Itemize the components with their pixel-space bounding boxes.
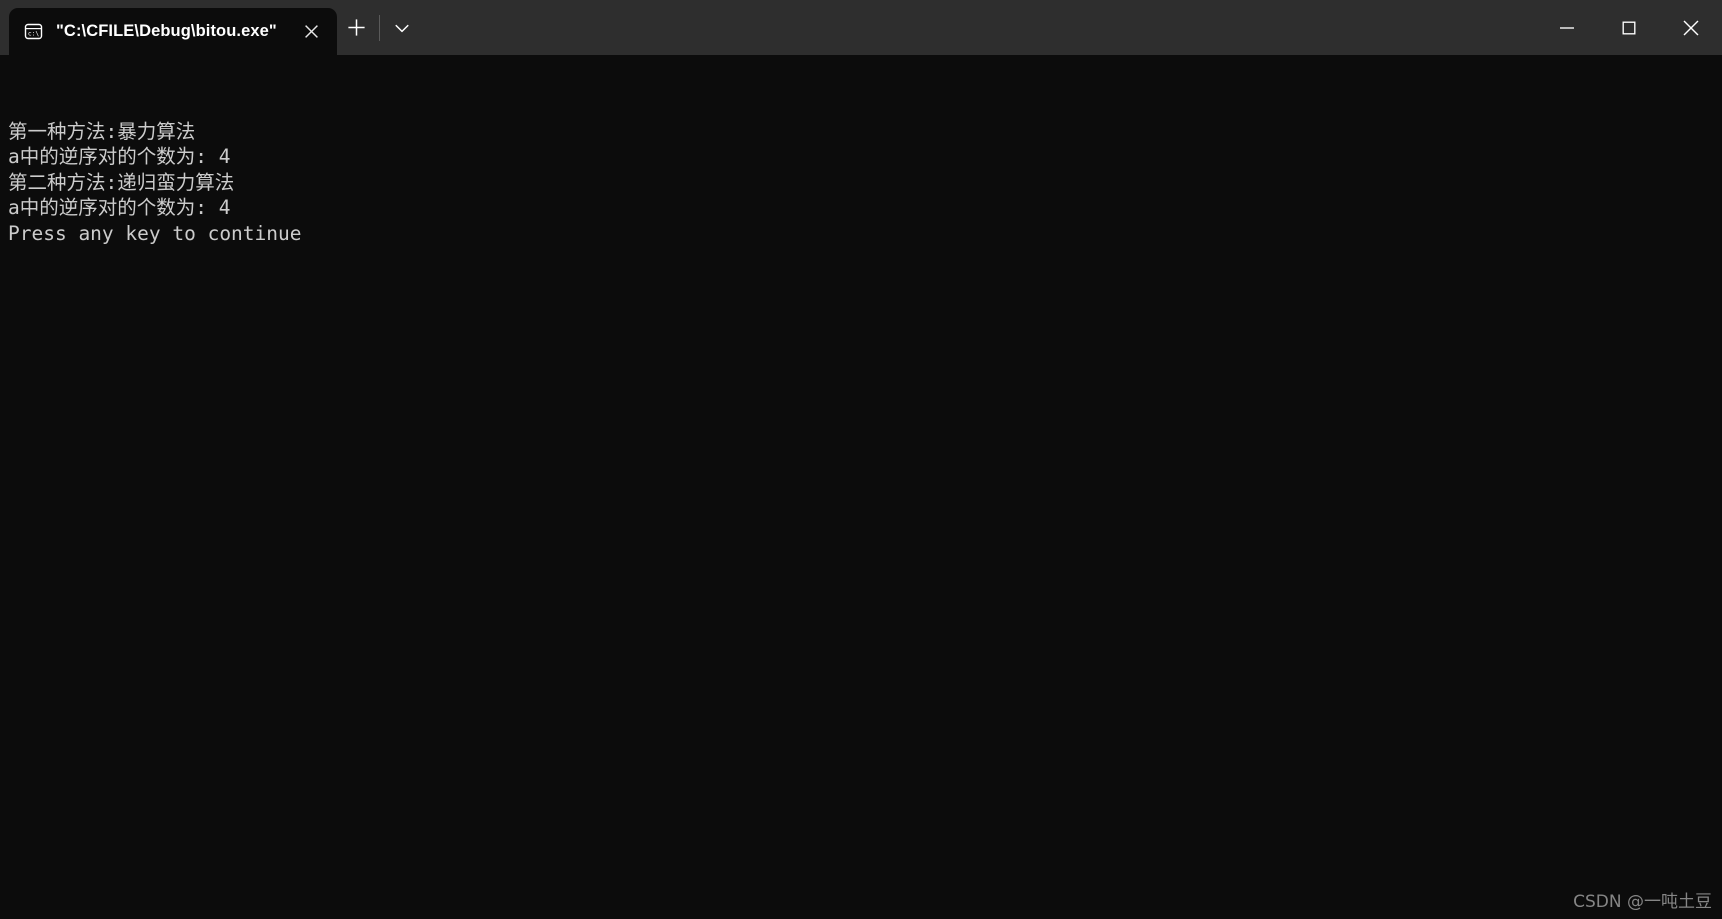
terminal-window: c:\ "C:\CFILE\Debug\bitou.exe" 第一种方法:暴力算… xyxy=(0,0,1722,919)
tab-close-button[interactable] xyxy=(295,15,329,49)
terminal-viewport[interactable]: 第一种方法:暴力算法 a中的逆序对的个数为: 4 第二种方法:递归蛮力算法 a中… xyxy=(0,55,1722,919)
terminal-output: 第一种方法:暴力算法 a中的逆序对的个数为: 4 第二种方法:递归蛮力算法 a中… xyxy=(8,120,302,245)
maximize-button[interactable] xyxy=(1598,0,1660,55)
minimize-button[interactable] xyxy=(1536,0,1598,55)
tab-strip: c:\ "C:\CFILE\Debug\bitou.exe" xyxy=(0,0,422,55)
svg-text:c:\: c:\ xyxy=(28,31,39,38)
title-bar[interactable]: c:\ "C:\CFILE\Debug\bitou.exe" xyxy=(0,0,1722,55)
csdn-watermark: CSDN @一吨土豆 xyxy=(1573,892,1712,912)
tab-title: "C:\CFILE\Debug\bitou.exe" xyxy=(56,22,277,40)
caption-buttons xyxy=(1536,0,1722,55)
tab-tools xyxy=(337,4,422,55)
new-tab-button[interactable] xyxy=(337,8,377,48)
tab-bitou-exe[interactable]: c:\ "C:\CFILE\Debug\bitou.exe" xyxy=(9,8,337,55)
console-cmd-icon: c:\ xyxy=(23,21,44,42)
close-button[interactable] xyxy=(1660,0,1722,55)
tab-tools-divider xyxy=(378,14,380,41)
chevron-down-icon[interactable] xyxy=(382,8,422,48)
